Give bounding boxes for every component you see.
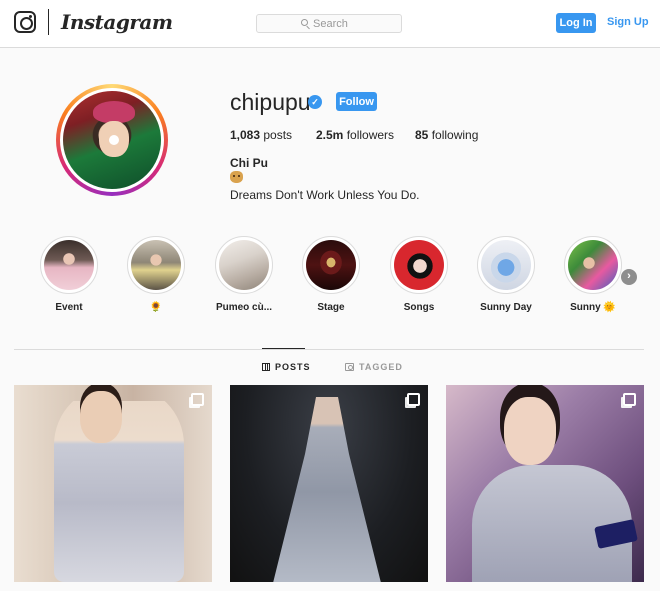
sign-up-link[interactable]: Sign Up bbox=[607, 16, 649, 28]
active-tab-indicator bbox=[262, 348, 305, 349]
top-navigation-bar: Instagram Log In Sign Up bbox=[0, 0, 660, 48]
highlight-ring bbox=[390, 236, 448, 294]
post-head-shape bbox=[504, 397, 556, 465]
search-icon bbox=[301, 19, 308, 26]
highlight-label: Stage bbox=[317, 302, 345, 313]
profile-username: chipupu bbox=[230, 89, 311, 115]
post-thumbnail[interactable] bbox=[446, 385, 644, 582]
highlight-label: 🌻 bbox=[149, 302, 163, 313]
search-box[interactable] bbox=[256, 14, 402, 33]
following-label: following bbox=[431, 128, 479, 142]
followers-stat[interactable]: 2.5m followers bbox=[316, 128, 394, 142]
instagram-camera-icon[interactable] bbox=[14, 11, 36, 33]
post-figure-shape bbox=[272, 397, 382, 582]
tabs-divider bbox=[14, 349, 644, 350]
multiple-photos-icon bbox=[407, 393, 420, 406]
highlight-sunny[interactable]: Sunny 🌞 bbox=[558, 236, 628, 313]
following-count: 85 bbox=[415, 128, 429, 142]
followers-count: 2.5m bbox=[316, 128, 344, 142]
tab-tagged[interactable]: TAGGED bbox=[345, 362, 403, 372]
highlight-label: Sunny Day bbox=[480, 302, 532, 313]
profile-bio: Dreams Don't Work Unless You Do. bbox=[230, 188, 420, 202]
posts-label: posts bbox=[263, 128, 293, 142]
tab-posts[interactable]: POSTS bbox=[262, 362, 311, 372]
highlight-cover-image bbox=[131, 240, 181, 290]
avatar-hat-shape bbox=[93, 101, 135, 123]
highlight-sunflower[interactable]: 🌻 bbox=[121, 236, 191, 313]
bear-emoji-icon bbox=[230, 171, 243, 183]
multiple-photos-icon bbox=[191, 393, 204, 406]
highlight-cover-image bbox=[44, 240, 94, 290]
following-stat[interactable]: 85 following bbox=[415, 128, 478, 142]
profile-avatar[interactable] bbox=[60, 88, 164, 192]
tab-posts-label: POSTS bbox=[275, 362, 311, 372]
grid-icon bbox=[262, 363, 270, 371]
highlight-ring bbox=[477, 236, 535, 294]
followers-label: followers bbox=[346, 128, 395, 142]
highlight-cover-image bbox=[306, 240, 356, 290]
tab-tagged-label: TAGGED bbox=[359, 362, 403, 372]
highlight-event[interactable]: Event bbox=[34, 236, 104, 313]
post-head-shape bbox=[80, 391, 122, 443]
multiple-photos-icon bbox=[623, 393, 636, 406]
posts-count: 1,083 bbox=[230, 128, 261, 142]
highlight-pumeo[interactable]: Pumeo cù... bbox=[209, 236, 279, 313]
highlight-label: Event bbox=[55, 302, 83, 313]
highlight-ring bbox=[564, 236, 622, 294]
story-ring[interactable] bbox=[56, 84, 168, 196]
highlight-stage[interactable]: Stage bbox=[296, 236, 366, 313]
posts-stat: 1,083 posts bbox=[230, 128, 292, 142]
highlight-label: Pumeo cù... bbox=[215, 302, 273, 313]
avatar-heart-shape bbox=[109, 135, 119, 145]
post-thumbnail[interactable] bbox=[230, 385, 428, 582]
highlight-ring bbox=[302, 236, 360, 294]
highlight-cover-image bbox=[481, 240, 531, 290]
tag-icon bbox=[345, 363, 354, 371]
instagram-wordmark[interactable]: Instagram bbox=[61, 10, 173, 34]
highlight-ring bbox=[127, 236, 185, 294]
highlight-ring bbox=[40, 236, 98, 294]
highlight-songs[interactable]: Songs bbox=[384, 236, 454, 313]
highlight-cover-image bbox=[568, 240, 618, 290]
highlight-label: Sunny 🌞 bbox=[570, 302, 616, 313]
chevron-right-icon[interactable]: › bbox=[621, 269, 637, 285]
highlight-cover-image bbox=[219, 240, 269, 290]
highlight-ring bbox=[215, 236, 273, 294]
search-input[interactable] bbox=[313, 17, 357, 30]
profile-full-name: Chi Pu bbox=[230, 156, 268, 170]
verified-badge-icon: ✓ bbox=[308, 95, 322, 109]
highlight-label: Songs bbox=[403, 302, 435, 313]
log-in-button[interactable]: Log In bbox=[556, 13, 596, 33]
logo-divider bbox=[48, 9, 49, 35]
highlight-sunny-day[interactable]: Sunny Day bbox=[471, 236, 541, 313]
follow-button[interactable]: Follow bbox=[336, 92, 377, 111]
post-thumbnail[interactable] bbox=[14, 385, 212, 582]
highlight-cover-image bbox=[394, 240, 444, 290]
